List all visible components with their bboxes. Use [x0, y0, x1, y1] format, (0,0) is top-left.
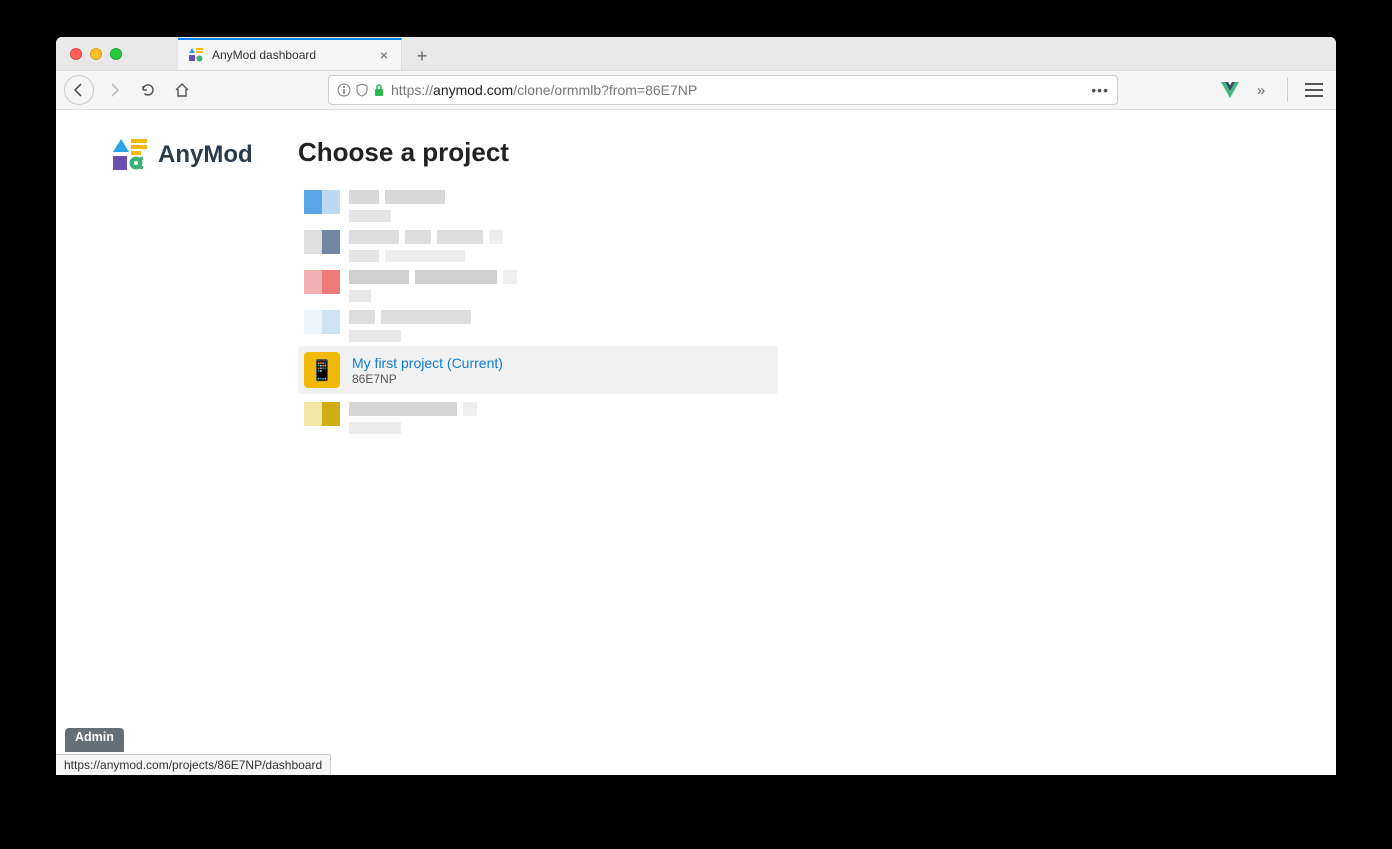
info-icon — [337, 83, 351, 97]
site-identity-icons — [337, 83, 385, 97]
hamburger-icon — [1305, 83, 1323, 97]
list-item[interactable] — [298, 186, 778, 226]
home-button[interactable] — [168, 76, 196, 104]
overflow-extensions-button[interactable]: » — [1247, 76, 1275, 104]
list-item[interactable] — [298, 398, 778, 438]
admin-badge[interactable]: Admin — [65, 728, 124, 752]
window-minimize-button[interactable] — [90, 48, 102, 60]
brand-name: AnyMod — [158, 141, 253, 169]
project-code: 86E7NP — [352, 372, 503, 386]
page-title: Choose a project — [298, 137, 820, 168]
tab-bar: AnyMod dashboard × + — [56, 37, 1336, 70]
list-item[interactable] — [298, 266, 778, 306]
browser-window: AnyMod dashboard × + https://anymod.com/… — [56, 37, 1336, 775]
window-maximize-button[interactable] — [110, 48, 122, 60]
brand-lockup[interactable]: AnyMod — [112, 139, 253, 171]
project-row-selected[interactable]: 📱 My first project (Current) 86E7NP — [298, 346, 778, 394]
project-name: My first project (Current) — [352, 355, 503, 371]
list-item[interactable] — [298, 306, 778, 346]
browser-tab[interactable]: AnyMod dashboard × — [178, 38, 402, 70]
url-text: https://anymod.com/clone/ormmlb?from=86E… — [391, 82, 697, 98]
tab-favicon-icon — [188, 47, 204, 63]
browser-toolbar: https://anymod.com/clone/ormmlb?from=86E… — [56, 70, 1336, 110]
project-list: 📱 My first project (Current) 86E7NP — [298, 186, 778, 438]
app-menu-button[interactable] — [1300, 76, 1328, 104]
window-controls — [56, 37, 136, 70]
page-content: AnyMod Choose a project — [56, 111, 1336, 775]
status-bar-link-preview: https://anymod.com/projects/86E7NP/dashb… — [56, 754, 331, 775]
tab-title: AnyMod dashboard — [212, 48, 369, 62]
new-tab-button[interactable]: + — [408, 42, 436, 70]
list-item[interactable] — [298, 226, 778, 266]
lock-icon — [373, 83, 385, 97]
back-button[interactable] — [64, 75, 94, 105]
vue-devtools-icon[interactable] — [1221, 81, 1239, 99]
forward-button[interactable] — [100, 76, 128, 104]
reload-button[interactable] — [134, 76, 162, 104]
toolbar-right: » — [1221, 76, 1328, 104]
shield-icon — [355, 83, 369, 97]
window-close-button[interactable] — [70, 48, 82, 60]
project-icon: 📱 — [304, 352, 340, 388]
address-bar[interactable]: https://anymod.com/clone/ormmlb?from=86E… — [328, 75, 1118, 105]
tab-close-button[interactable]: × — [377, 48, 391, 62]
project-chooser: Choose a project — [298, 137, 820, 438]
page-actions-button[interactable]: ••• — [1091, 82, 1109, 98]
anymod-logo-icon — [112, 139, 148, 171]
toolbar-divider — [1287, 78, 1288, 102]
